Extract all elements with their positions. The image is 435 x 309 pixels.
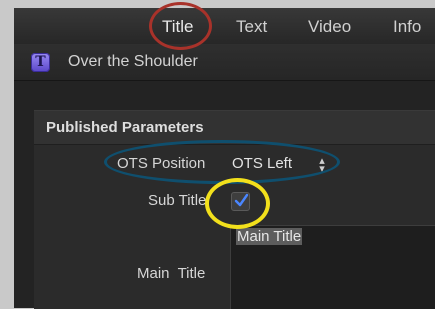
inspector-tab-bar: Title Text Video Info [14, 8, 435, 45]
checkmark-icon [234, 193, 249, 207]
tab-title[interactable]: Title [162, 17, 194, 37]
popup-arrows-icon: ▴ ▾ [319, 155, 325, 175]
sub-title-label: Sub Title [148, 192, 207, 209]
ots-position-value: OTS Left [232, 155, 293, 172]
main-title-text-field[interactable]: Main Title [230, 225, 435, 309]
tab-video[interactable]: Video [308, 17, 351, 37]
sub-title-checkbox[interactable] [231, 192, 250, 211]
tab-text[interactable]: Text [236, 17, 267, 37]
tab-info[interactable]: Info [393, 17, 421, 37]
section-header[interactable]: Published Parameters [34, 111, 435, 145]
inspector-title-bar: T Over the Shoulder [14, 44, 435, 81]
section-title: Published Parameters [46, 119, 204, 136]
clip-name: Over the Shoulder [68, 53, 198, 70]
title-generator-icon: T [31, 53, 50, 72]
main-title-label: Main Title [137, 265, 206, 282]
ots-position-popup[interactable]: OTS Left ▴ ▾ [232, 152, 325, 175]
ots-position-label: OTS Position [117, 155, 206, 172]
main-title-selected-text: Main Title [236, 228, 303, 245]
